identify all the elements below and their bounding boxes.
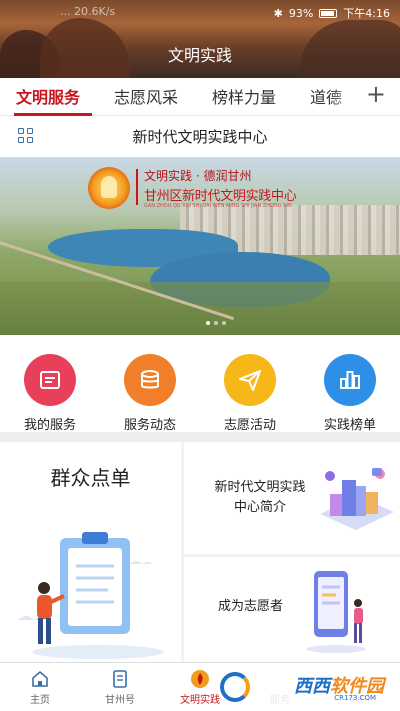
quick-action-label: 实践榜单 [323, 418, 376, 433]
city-illustration [320, 468, 394, 530]
tab-wenming-service[interactable]: 文明服务 [16, 84, 80, 108]
carousel-dot[interactable] [214, 321, 218, 325]
carousel-dot[interactable] [206, 321, 210, 325]
battery-percent: 93% [288, 6, 314, 20]
banner-logo-icon [88, 167, 130, 209]
network-speed: ... 20.6K/s [60, 5, 116, 18]
my-service-button[interactable]: 我的服务 [0, 354, 100, 433]
nav-label: 主页 [30, 695, 50, 706]
carousel-dots [206, 321, 226, 325]
phone-illustration [306, 571, 366, 653]
battery-icon [319, 8, 338, 18]
practice-ranking-button[interactable]: 实践榜单 [300, 354, 400, 433]
quick-actions: 我的服务 服务动态 志愿活动 实践榜单 [0, 336, 400, 433]
nav-ganzhou[interactable]: 甘州号 [80, 669, 160, 706]
banner-pinyin: GAN ZHOU QU XIN SHI DAI WEN MING SHI JIA… [144, 203, 292, 209]
tab-fade [330, 78, 360, 115]
coins-icon [124, 354, 176, 406]
become-volunteer-card[interactable]: 成为志愿者 [184, 557, 400, 662]
feature-cards: 群众点单 新时代文明实践中心简介 成为志愿者 [0, 442, 400, 662]
watermark-logo-icon [220, 672, 250, 702]
center-title: 新时代文明实践中心 [132, 128, 268, 146]
quick-action-label: 我的服务 [23, 418, 76, 433]
card-title: 群众点单 [50, 466, 131, 490]
clipboard-illustration [18, 532, 164, 659]
add-tab-button[interactable]: + [366, 80, 386, 108]
tab-volunteer-style[interactable]: 志愿风采 [114, 84, 178, 108]
ranking-icon [324, 354, 376, 406]
bluetooth-icon: ✱ [273, 6, 283, 20]
watermark-text-a: 西西 [294, 676, 330, 697]
volunteer-activity-button[interactable]: 志愿活动 [200, 354, 300, 433]
banner-slogan: 文明实践 · 德润甘州 [144, 169, 252, 183]
card-title: 成为志愿者 [218, 599, 284, 614]
center-intro-card[interactable]: 新时代文明实践中心简介 [184, 442, 400, 554]
public-order-card[interactable]: 群众点单 [0, 442, 181, 662]
banner-divider [136, 169, 138, 205]
quick-action-label: 服务动态 [123, 418, 176, 433]
clock: 下午4:16 [343, 7, 390, 20]
app-screen: ... 20.6K/s ✱ 93% 下午4:16 文明实践 文明服务 志愿风采 … [0, 0, 400, 711]
page-title: 文明实践 [167, 46, 232, 65]
category-tabs: 文明服务 志愿风采 榜样力量 道德 + [0, 78, 400, 116]
flame-icon [190, 669, 210, 689]
document-icon [110, 669, 130, 689]
paper-plane-icon [224, 354, 276, 406]
nav-home[interactable]: 主页 [0, 669, 80, 706]
quick-action-label: 志愿活动 [223, 418, 276, 433]
service-news-button[interactable]: 服务动态 [100, 354, 200, 433]
carousel-dot[interactable] [222, 321, 226, 325]
nav-label: 甘州号 [105, 695, 135, 706]
header: ... 20.6K/s ✱ 93% 下午4:16 文明实践 [0, 0, 400, 78]
banner-center-name: 甘州区新时代文明实践中心 [144, 189, 297, 204]
home-icon [30, 669, 50, 689]
center-title-bar: 新时代文明实践中心 [0, 116, 400, 156]
status-right: ✱ 93% 下午4:16 [274, 5, 390, 21]
section-divider [0, 432, 400, 442]
card-title: 新时代文明实践中心简介 [214, 480, 306, 515]
tab-role-models[interactable]: 榜样力量 [212, 84, 276, 108]
watermark-url: CR173.COM [334, 694, 376, 702]
service-icon [24, 354, 76, 406]
status-bar: ... 20.6K/s ✱ 93% 下午4:16 [0, 0, 400, 24]
banner-carousel[interactable]: 文明实践 · 德润甘州 甘州区新时代文明实践中心 GAN ZHOU QU XIN… [0, 157, 400, 335]
